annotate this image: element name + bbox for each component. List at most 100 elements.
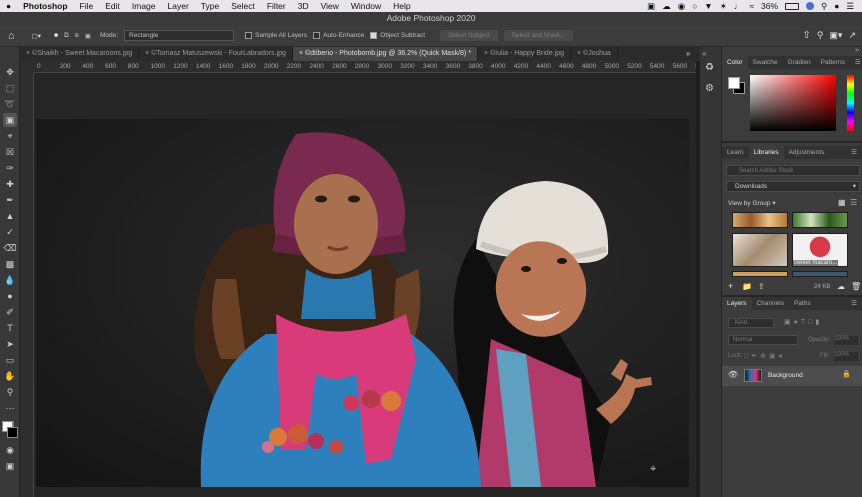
status-icon[interactable]: ▣ [647,1,655,12]
screen-mode-icon[interactable]: ▣ [3,459,17,473]
trash-icon[interactable]: 🗑 [851,282,861,291]
frame-tool-icon[interactable]: ☒ [3,145,17,159]
healing-brush-tool-icon[interactable]: ✚ [3,177,17,191]
color-picker-field[interactable] [750,75,836,131]
subtract-selection-icon[interactable]: ⧈ [75,32,79,40]
dodge-tool-icon[interactable]: ● [3,289,17,303]
new-selection-icon[interactable]: ■ [54,32,58,39]
view-by-group[interactable]: View by Group ▾ [728,199,776,207]
siri-icon[interactable]: ● [834,1,839,11]
lasso-tool-icon[interactable]: ➰ [3,97,17,111]
user-icon[interactable] [806,2,814,10]
panel-menu-icon[interactable]: ☰ [846,146,862,159]
battery-icon[interactable] [785,2,799,10]
background-color-swatch[interactable] [7,427,18,438]
creative-cloud-icon[interactable]: ○ [692,1,697,11]
search-icon[interactable]: ⚲ [821,1,827,12]
hue-slider[interactable] [847,75,854,131]
intersect-selection-icon[interactable]: ▣ [85,32,91,40]
cloud-icon[interactable]: ☁ [662,1,671,12]
layer-filter-icons[interactable]: ▣●T□▮ [784,318,822,326]
crop-tool-icon[interactable]: ⌖ [3,129,17,143]
menu-3d[interactable]: 3D [292,1,315,11]
layer-name[interactable]: Background [768,372,803,379]
gradient-tool-icon[interactable]: ▩ [3,257,17,271]
menu-window[interactable]: Window [345,1,387,11]
menu-select[interactable]: Select [225,1,261,11]
volume-icon[interactable]: ♩ [734,1,743,11]
tab-joshua[interactable]: × ©Joshua [571,47,618,61]
record-icon[interactable]: ◉ [678,1,685,12]
history-brush-tool-icon[interactable]: ✓ [3,225,17,239]
layer-row-background[interactable]: 👁 Background 🔒 [722,366,862,386]
zoom-tool-icon[interactable]: ⚲ [3,385,17,399]
library-thumb-3[interactable] [732,233,788,267]
hand-tool-icon[interactable]: ✋ [3,369,17,383]
panel-menu-icon[interactable]: ☰ [850,56,862,69]
collapse-panels-icon[interactable]: « [702,49,706,58]
menu-filter[interactable]: Filter [261,1,292,11]
library-select[interactable]: Downloads ▾ [726,181,860,192]
search-icon[interactable]: ⚲ [817,30,824,41]
tabs-overflow-icon[interactable]: » [686,49,690,58]
shield-icon[interactable]: ▼ [704,1,712,11]
history-panel-icon[interactable]: ♻ [705,62,714,73]
blur-tool-icon[interactable]: 💧 [3,273,17,287]
more-tools-icon[interactable]: ⋯ [3,401,17,415]
opacity-field[interactable]: 100% [834,336,858,345]
menu-image[interactable]: Image [126,1,162,11]
tab-adjustments[interactable]: Adjustments [784,146,830,159]
add-selection-icon[interactable]: ⧉ [64,32,69,40]
type-tool-icon[interactable]: T [3,321,17,335]
object-selection-tool-icon[interactable]: ▣ [3,113,17,127]
list-view-icon[interactable]: ☰ [850,198,857,207]
new-folder-icon[interactable]: 📁 [742,282,752,291]
stock-search-field[interactable]: Search Adobe Stock [726,165,860,176]
menu-help[interactable]: Help [387,1,416,11]
workspace-icon[interactable]: ▣▾ [829,30,842,41]
library-thumb-2[interactable] [792,212,848,228]
panel-menu-icon[interactable]: ☰ [846,297,862,310]
tab-happy-bride[interactable]: × ©Iulia - Happy Bride.jpg [478,47,571,61]
library-thumb-1[interactable] [732,212,788,228]
fill-field[interactable]: 100% [834,352,858,361]
auto-enhance-checkbox[interactable]: Auto-Enhance [313,32,364,39]
menu-list-icon[interactable]: ☰ [846,1,854,12]
menu-layer[interactable]: Layer [162,1,195,11]
menu-file[interactable]: File [74,1,100,11]
object-subtract-box[interactable] [370,32,378,39]
sample-all-layers-box[interactable] [245,32,253,39]
cloud-sync-icon[interactable]: ☁ [837,282,845,291]
bluetooth-icon[interactable]: ✶ [720,1,727,12]
expand-panels-icon[interactable]: » [855,47,859,54]
color-fg-swatch[interactable] [728,77,740,89]
menu-view[interactable]: View [315,1,345,11]
sample-all-layers-checkbox[interactable]: Sample All Layers [245,32,307,39]
tab-sweet-macaroons[interactable]: × ©Shaikh - Sweet Macaroons.jpg [20,47,140,61]
object-subtract-checkbox[interactable]: Object Subtract [370,32,425,39]
menu-edit[interactable]: Edit [99,1,126,11]
rectangle-tool-icon[interactable]: ▭ [3,353,17,367]
menu-app-photoshop[interactable]: Photoshop [17,1,73,11]
tab-channels[interactable]: Channels [752,297,789,310]
eyedropper-tool-icon[interactable]: ✑ [3,161,17,175]
menu-type[interactable]: Type [195,1,225,11]
tab-paths[interactable]: Paths [789,297,816,310]
ruler-origin[interactable] [20,61,34,73]
tab-four-labradors[interactable]: × ©Tomasz Matuszewski - FourLabradors.jp… [139,47,293,61]
apple-menu-icon[interactable]: ● [0,1,17,11]
tab-libraries[interactable]: Libraries [748,146,784,159]
library-thumb-4[interactable] [732,271,788,277]
pen-tool-icon[interactable]: ✐ [3,305,17,319]
tab-layers[interactable]: Layers [722,297,752,310]
vertical-ruler[interactable] [20,73,34,497]
tool-preset-picker[interactable]: ▢▾ [32,32,41,40]
marquee-tool-icon[interactable]: ⬚ [3,81,17,95]
layer-filter-kind[interactable]: Kind [728,318,774,328]
grid-view-icon[interactable]: ▦ [838,198,846,207]
upload-icon[interactable]: ⇪ [758,282,765,291]
share-icon[interactable]: ⇧ [802,30,810,41]
home-icon[interactable]: ⌂ [8,30,15,42]
path-selection-tool-icon[interactable]: ➤ [3,337,17,351]
tab-patterns[interactable]: Patterns [816,56,850,69]
